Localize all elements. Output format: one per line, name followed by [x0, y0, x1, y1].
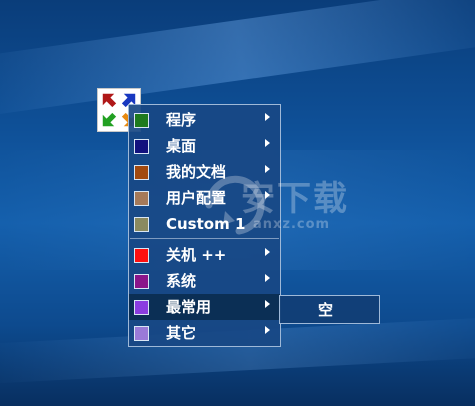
color-swatch-icon: [134, 139, 149, 154]
menu-item-programs[interactable]: 程序: [129, 107, 280, 133]
color-swatch-icon: [134, 326, 149, 341]
menu-item-label: 我的文档: [166, 163, 227, 181]
color-swatch-icon: [134, 300, 149, 315]
submenu-arrow-icon: [265, 274, 270, 282]
color-swatch-icon: [134, 217, 149, 232]
menu-item-label: 最常用: [166, 298, 212, 316]
menu-item-label: Custom 1: [166, 215, 246, 233]
menu-separator: [130, 238, 279, 239]
menu-item-label: 程序: [166, 111, 197, 129]
color-swatch-icon: [134, 165, 149, 180]
menu-item-desktop[interactable]: 桌面: [129, 133, 280, 159]
submenu-arrow-icon: [265, 191, 270, 199]
color-swatch-icon: [134, 191, 149, 206]
submenu-arrow-icon: [265, 113, 270, 121]
submenu-arrow-icon: [265, 326, 270, 334]
submenu-arrow-icon: [265, 139, 270, 147]
color-swatch-icon: [134, 248, 149, 263]
menu-item-system[interactable]: 系统: [129, 268, 280, 294]
arrow-sw-icon: [102, 112, 117, 127]
menu-item-label: 关机 ++: [166, 246, 227, 264]
most-used-submenu: 空: [279, 295, 380, 324]
menu-item-shutdown[interactable]: 关机 ++: [129, 242, 280, 268]
menu-item-other[interactable]: 其它: [129, 320, 280, 346]
arrow-nw-icon: [102, 93, 117, 108]
menu-item-label: 其它: [166, 324, 197, 342]
launcher-menu: 程序 桌面 我的文档 用户配置 Custom 1 关机 ++ 系统 最常用 其它: [128, 104, 281, 347]
menu-item-label: 用户配置: [166, 189, 227, 207]
menu-item-my-documents[interactable]: 我的文档: [129, 159, 280, 185]
menu-item-user-profile[interactable]: 用户配置: [129, 185, 280, 211]
submenu-item-label: 空: [318, 301, 334, 319]
submenu-item-empty[interactable]: 空: [280, 296, 379, 323]
submenu-arrow-icon: [265, 248, 270, 256]
color-swatch-icon: [134, 274, 149, 289]
menu-item-label: 系统: [166, 272, 197, 290]
menu-item-most-used[interactable]: 最常用: [129, 294, 280, 320]
menu-item-label: 桌面: [166, 137, 197, 155]
submenu-arrow-icon: [265, 165, 270, 173]
menu-item-custom-1[interactable]: Custom 1: [129, 211, 280, 237]
color-swatch-icon: [134, 113, 149, 128]
submenu-arrow-icon: [265, 300, 270, 308]
